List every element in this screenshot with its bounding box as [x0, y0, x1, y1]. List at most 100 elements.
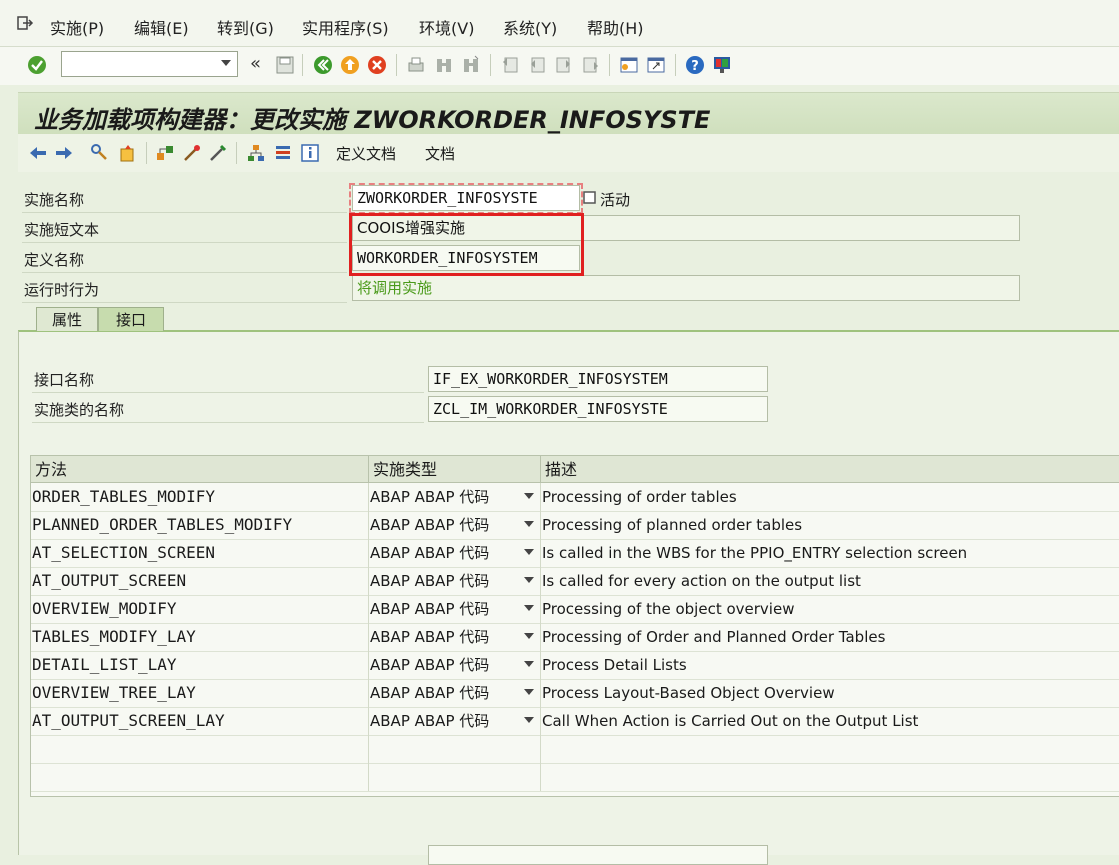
impl-type-cell[interactable]: ABAP ABAP 代码 [369, 707, 541, 735]
previous-page-icon[interactable] [527, 55, 547, 75]
column-header-impl-type[interactable]: 实施类型 [369, 456, 541, 483]
title-prefix: 业务加载项构建器：更改实施 [34, 105, 346, 134]
menu-system[interactable]: 系统(Y) [503, 15, 557, 39]
chevron-down-icon[interactable] [524, 689, 534, 695]
chevron-down-icon[interactable] [524, 633, 534, 639]
impl-type-cell[interactable]: ABAP ABAP 代码 [369, 679, 541, 707]
next-page-icon[interactable] [554, 55, 574, 75]
activate-icon[interactable] [118, 143, 138, 163]
customize-layout-icon[interactable] [712, 55, 732, 75]
impl-type-cell[interactable]: ABAP ABAP 代码 [369, 511, 541, 539]
menu-environment[interactable]: 环境(V) [419, 15, 474, 39]
highlight-box [349, 213, 584, 276]
arrow-left-icon[interactable] [28, 143, 48, 163]
save-icon[interactable] [275, 55, 295, 75]
method-cell[interactable]: ORDER_TABLES_MODIFY [31, 483, 369, 511]
impl-type-cell[interactable]: ABAP ABAP 代码 [369, 539, 541, 567]
definition-doc-button[interactable]: 定义文档 [336, 143, 396, 164]
chevron-down-icon[interactable] [524, 549, 534, 555]
table-row[interactable] [31, 763, 1119, 792]
table-row[interactable]: AT_SELECTION_SCREEN ABAP ABAP 代码 Is called… [31, 539, 1119, 568]
method-cell[interactable]: PLANNED_ORDER_TABLES_MODIFY [31, 511, 369, 539]
column-header-method[interactable]: 方法 [31, 456, 369, 483]
table-row[interactable]: PLANNED_ORDER_TABLES_MODIFY ABAP ABAP 代码 P… [31, 511, 1119, 540]
last-page-icon[interactable] [581, 55, 601, 75]
shortcut-icon[interactable] [646, 55, 666, 75]
impl-type-value: ABAP ABAP 代码 [370, 544, 490, 562]
menu-utilities[interactable]: 实用程序(S) [302, 15, 389, 39]
tab-attributes[interactable]: 属性 [36, 307, 98, 331]
table-row[interactable]: OVERVIEW_TREE_LAY ABAP ABAP 代码 Process Lay… [31, 679, 1119, 708]
impl-type-cell[interactable] [369, 763, 541, 791]
impl-type-cell[interactable]: ABAP ABAP 代码 [369, 623, 541, 651]
chevron-down-icon[interactable] [524, 493, 534, 499]
table-row[interactable]: TABLES_MODIFY_LAY ABAP ABAP 代码 Processing … [31, 623, 1119, 652]
command-field[interactable] [61, 51, 238, 77]
first-page-icon[interactable] [500, 55, 520, 75]
test-tool-icon[interactable] [208, 143, 228, 163]
cancel-icon[interactable] [367, 55, 387, 75]
method-cell[interactable]: AT_SELECTION_SCREEN [31, 539, 369, 567]
impl-type-cell[interactable] [369, 735, 541, 763]
info-icon[interactable] [300, 143, 320, 163]
new-session-icon[interactable] [619, 55, 639, 75]
chevron-down-icon[interactable] [524, 577, 534, 583]
table-row[interactable]: OVERVIEW_MODIFY ABAP ABAP 代码 Processing of… [31, 595, 1119, 624]
exit-menu-icon[interactable] [16, 14, 34, 32]
method-cell[interactable] [31, 735, 369, 763]
menu-edit[interactable]: 编辑(E) [134, 15, 189, 39]
arrow-right-icon[interactable] [54, 143, 74, 163]
menu-goto[interactable]: 转到(G) [217, 15, 274, 39]
display-change-icon[interactable] [90, 143, 110, 163]
method-cell[interactable]: AT_OUTPUT_SCREEN [31, 567, 369, 595]
menu-help[interactable]: 帮助(H) [587, 15, 644, 39]
method-cell[interactable]: OVERVIEW_MODIFY [31, 595, 369, 623]
impl-type-value: ABAP ABAP 代码 [370, 488, 490, 506]
column-header-description[interactable]: 描述 [541, 456, 1119, 483]
documentation-button[interactable]: 文档 [425, 143, 455, 164]
tab-interface[interactable]: 接口 [98, 307, 164, 331]
find-next-icon[interactable] [461, 55, 481, 75]
chevron-down-icon[interactable] [524, 521, 534, 527]
method-cell[interactable]: DETAIL_LIST_LAY [31, 651, 369, 679]
runtime-behavior-label: 运行时行为 [24, 281, 100, 299]
enter-check-icon[interactable] [27, 55, 47, 75]
menu-implementation[interactable]: 实施(P) [50, 15, 104, 39]
table-row[interactable] [31, 735, 1119, 764]
impl-class-label: 实施类的名称 [34, 401, 125, 419]
table-row[interactable]: AT_OUTPUT_SCREEN_LAY ABAP ABAP 代码 Call Whe… [31, 707, 1119, 736]
method-cell[interactable]: TABLES_MODIFY_LAY [31, 623, 369, 651]
table-row[interactable]: AT_OUTPUT_SCREEN ABAP ABAP 代码 Is called fo… [31, 567, 1119, 596]
method-cell[interactable]: AT_OUTPUT_SCREEN_LAY [31, 707, 369, 735]
chevron-down-icon[interactable] [524, 661, 534, 667]
find-icon[interactable] [434, 55, 454, 75]
command-dropdown-icon[interactable] [221, 60, 231, 66]
method-cell[interactable]: OVERVIEW_TREE_LAY [31, 679, 369, 707]
table-row[interactable]: ORDER_TABLES_MODIFY ABAP ABAP 代码 Processin… [31, 483, 1119, 512]
magic-wand-icon[interactable] [182, 143, 202, 163]
method-cell[interactable] [31, 763, 369, 791]
impl-type-value: ABAP ABAP 代码 [370, 712, 490, 730]
impl-type-cell[interactable]: ABAP ABAP 代码 [369, 595, 541, 623]
help-icon[interactable]: ? [685, 55, 705, 75]
back-icon[interactable] [313, 55, 333, 75]
chevron-down-icon[interactable] [524, 717, 534, 723]
impl-type-cell[interactable]: ABAP ABAP 代码 [369, 651, 541, 679]
impl-type-value: ABAP ABAP 代码 [370, 628, 490, 646]
chevron-down-icon[interactable] [524, 605, 534, 611]
menu-bar: 实施(P) 编辑(E) 转到(G) 实用程序(S) 环境(V) 系统(Y) 帮助… [0, 0, 1119, 47]
impl-type-value: ABAP ABAP 代码 [370, 572, 490, 590]
impl-type-cell[interactable]: ABAP ABAP 代码 [369, 483, 541, 511]
definition-name-label: 定义名称 [24, 251, 85, 269]
list-icon[interactable] [273, 143, 293, 163]
collapse-chevron-icon[interactable]: « [250, 53, 261, 74]
active-checkbox-icon[interactable] [583, 191, 597, 205]
structure-icon[interactable] [246, 143, 266, 163]
impl-type-cell[interactable]: ABAP ABAP 代码 [369, 567, 541, 595]
table-row[interactable]: DETAIL_LIST_LAY ABAP ABAP 代码 Process Detai… [31, 651, 1119, 680]
title-bar: 业务加载项构建器：更改实施 ZWORKORDER_INFOSYSTE [18, 92, 1119, 135]
hierarchy-icon[interactable] [155, 143, 175, 163]
print-icon[interactable] [406, 55, 426, 75]
exit-icon[interactable] [340, 55, 360, 75]
impl-class-field[interactable]: ZCL_IM_WORKORDER_INFOSYSTE [428, 396, 768, 422]
